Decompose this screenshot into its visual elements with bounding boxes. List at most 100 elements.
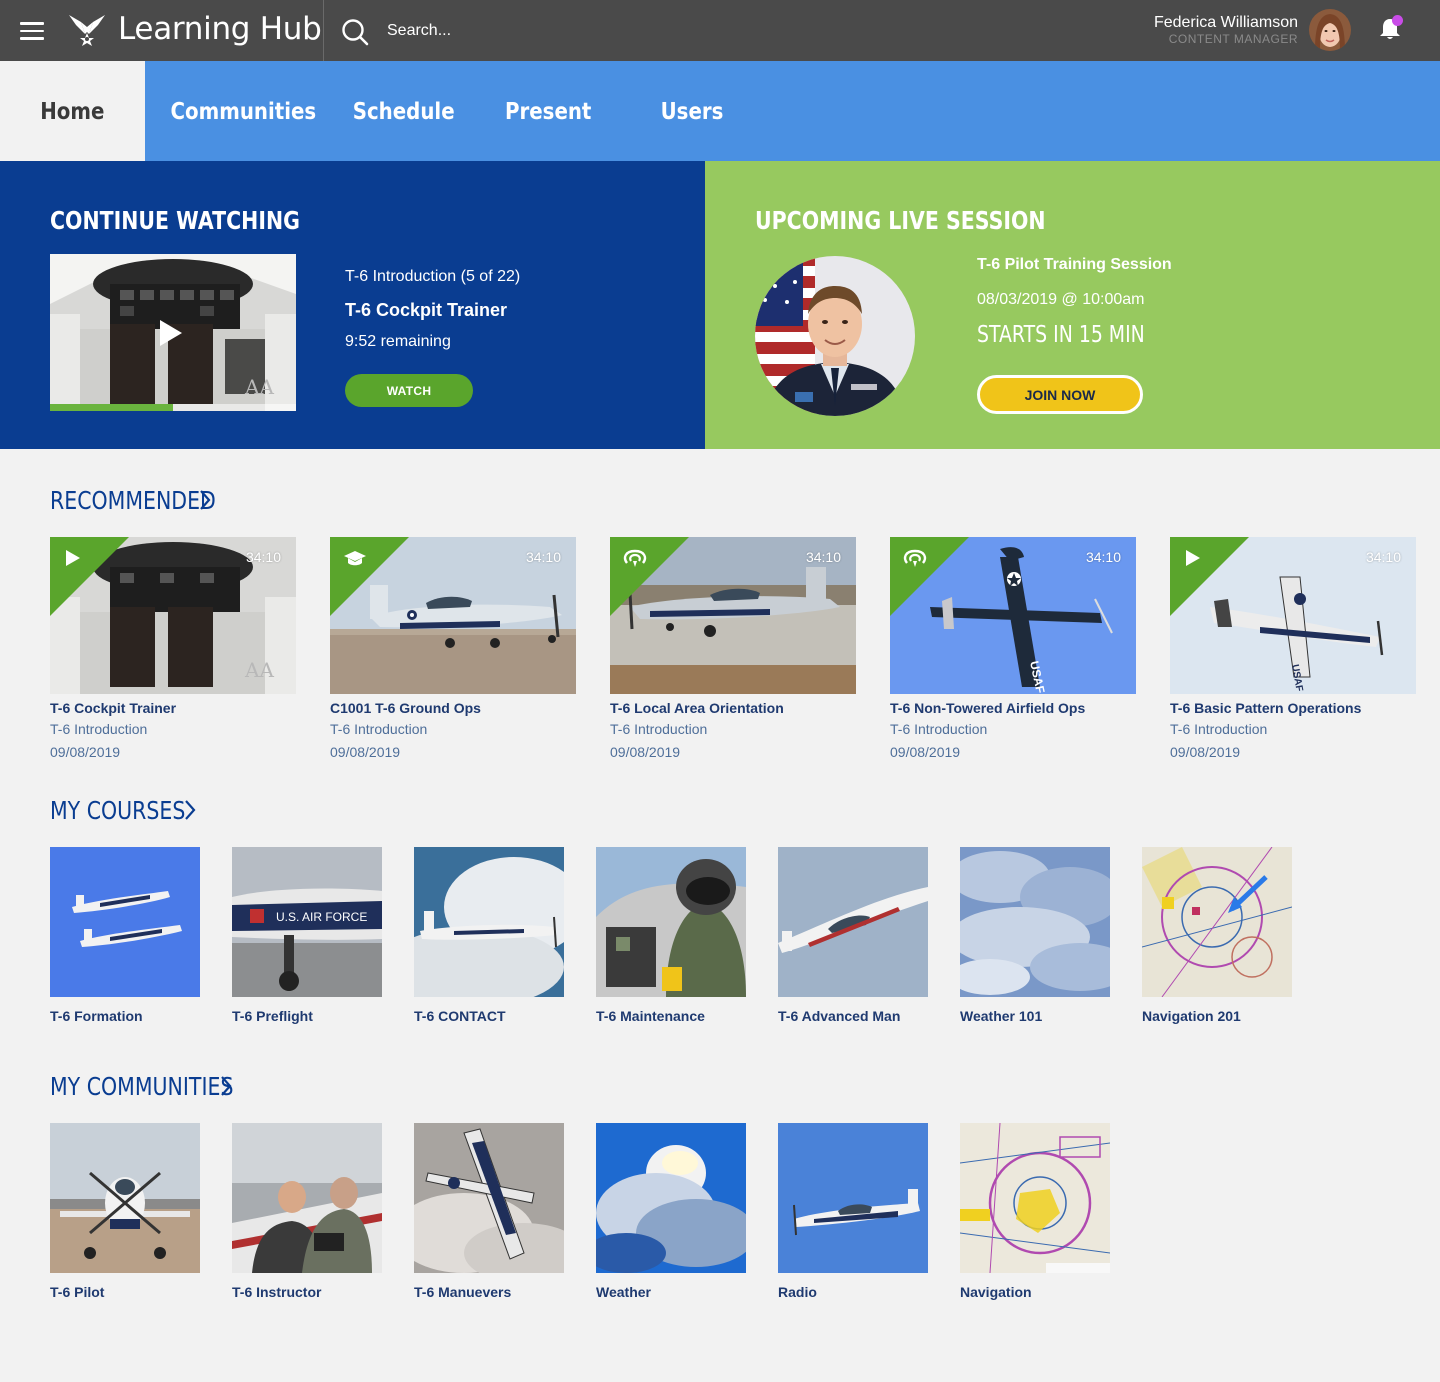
top-bar: Learning Hub Federica Williamson CONTENT… [0,0,1440,61]
community-label[interactable]: T-6 Pilot [50,1284,200,1300]
recommended-course[interactable]: T-6 Introduction [1170,721,1416,737]
live-stream-icon [903,549,927,567]
course-label[interactable]: Weather 101 [960,1008,1110,1024]
recommended-title[interactable]: C1001 T-6 Ground Ops [330,700,576,716]
recommended-title[interactable]: T-6 Local Area Orientation [610,700,856,716]
nav-tab-users[interactable]: Users [656,61,728,161]
community-label[interactable]: Radio [778,1284,928,1300]
course-tile[interactable]: T-6 Formation [50,847,200,1024]
community-label[interactable]: Navigation [960,1284,1110,1300]
community-tile[interactable]: Navigation [960,1123,1110,1300]
recommended-date: 09/08/2019 [610,744,681,760]
community-thumbnail[interactable] [50,1123,200,1273]
recommended-title[interactable]: T-6 Basic Pattern Operations [1170,700,1416,716]
play-icon [66,550,80,566]
recommended-title[interactable]: T-6 Cockpit Trainer [50,700,296,716]
community-label[interactable]: T-6 Instructor [232,1284,382,1300]
course-label[interactable]: T-6 Advanced Man [778,1008,928,1024]
recommended-course[interactable]: T-6 Introduction [50,721,296,737]
menu-icon[interactable] [20,22,44,40]
my-communities-heading[interactable]: MY COMMUNITIES [50,1072,233,1101]
continue-watching-course-progress: T-6 Introduction (5 of 22) [345,268,521,285]
nav-tab-communities[interactable]: Communities [171,61,317,161]
recommended-thumbnail[interactable]: USAF 34:10 [890,537,1136,694]
recommended-date: 09/08/2019 [1170,744,1241,760]
video-duration: 34:10 [1085,549,1121,565]
my-communities-chevron-right-icon[interactable] [219,1075,233,1097]
community-thumbnail[interactable] [414,1123,564,1273]
recommended-card[interactable]: AA 34:10 T-6 Cockpit Trainer T-6 Introdu… [50,537,296,760]
community-label[interactable]: Weather [596,1284,746,1300]
air-force-logo-icon[interactable] [68,12,106,48]
course-tile[interactable]: Navigation 201 [1142,847,1292,1024]
course-tile[interactable]: Weather 101 [960,847,1110,1024]
recommended-thumbnail[interactable]: AA 34:10 [50,537,296,694]
community-tile[interactable]: T-6 Instructor [232,1123,382,1300]
live-session-datetime: 08/03/2019 @ 10:00am [977,291,1145,308]
user-name[interactable]: Federica Williamson [1154,14,1298,32]
community-thumbnail[interactable] [960,1123,1110,1273]
course-thumbnail[interactable] [778,847,928,997]
nav-tab-schedule[interactable]: Schedule [353,61,455,161]
my-courses-heading[interactable]: MY COURSES [50,796,185,825]
presenter-photo [755,256,915,416]
notification-badge [1392,15,1403,26]
course-thumbnail[interactable] [1142,847,1292,997]
continue-watching-thumbnail[interactable]: AA [50,254,296,411]
course-thumbnail[interactable] [50,847,200,997]
community-label[interactable]: T-6 Manuevers [414,1284,564,1300]
course-tile[interactable]: T-6 Maintenance [596,847,746,1024]
nav-tab-home[interactable]: Home [0,61,145,161]
join-now-button[interactable]: JOIN NOW [977,375,1143,414]
my-courses-chevron-right-icon[interactable] [183,799,197,821]
course-label[interactable]: T-6 CONTACT [414,1008,564,1024]
recommended-course[interactable]: T-6 Introduction [330,721,576,737]
recommended-thumbnail[interactable]: USAF 34:10 [1170,537,1416,694]
course-thumbnail[interactable]: U.S. AIR FORCE [232,847,382,997]
recommended-heading[interactable]: RECOMMENDED [50,486,216,515]
recommended-title[interactable]: T-6 Non-Towered Airfield Ops [890,700,1136,716]
continue-watching-title[interactable]: T-6 Cockpit Trainer [345,300,507,321]
course-tile[interactable]: T-6 Advanced Man [778,847,928,1024]
recommended-card[interactable]: 34:10 T-6 Local Area Orientation T-6 Int… [610,537,856,760]
course-thumbnail[interactable] [596,847,746,997]
recommended-thumbnail[interactable]: 34:10 [610,537,856,694]
nav-tab-present[interactable]: Present [505,61,591,161]
course-label[interactable]: T-6 Preflight [232,1008,382,1024]
course-label[interactable]: Navigation 201 [1142,1008,1292,1024]
course-thumbnail[interactable] [414,847,564,997]
continue-watching-heading: CONTINUE WATCHING [50,206,300,235]
community-thumbnail[interactable] [232,1123,382,1273]
recommended-card[interactable]: USAF 34:10 T-6 Basic Pattern Operations … [1170,537,1416,760]
course-tile[interactable]: U.S. AIR FORCE T-6 Preflight [232,847,382,1024]
recommended-card[interactable]: USAF 34:10 T-6 Non-Towered Airfield Ops … [890,537,1136,760]
recommended-thumbnail[interactable]: 34:10 [330,537,576,694]
app-title[interactable]: Learning Hub [118,11,322,47]
community-thumbnail[interactable] [596,1123,746,1273]
course-tile[interactable]: T-6 CONTACT [414,847,564,1024]
recommended-course[interactable]: T-6 Introduction [610,721,856,737]
video-duration: 34:10 [525,549,561,565]
svg-text:U.S. AIR FORCE: U.S. AIR FORCE [276,910,367,924]
community-thumbnail[interactable] [778,1123,928,1273]
community-tile[interactable]: Radio [778,1123,928,1300]
recommended-date: 09/08/2019 [50,744,121,760]
recommended-chevron-right-icon[interactable] [198,489,212,511]
live-session-title[interactable]: T-6 Pilot Training Session [977,256,1172,274]
search-input[interactable] [380,15,680,47]
search-icon[interactable] [341,18,369,46]
community-tile[interactable]: T-6 Pilot [50,1123,200,1300]
continue-watching-progress-track [50,404,296,411]
recommended-card[interactable]: 34:10 C1001 T-6 Ground Ops T-6 Introduct… [330,537,576,760]
course-label[interactable]: T-6 Formation [50,1008,200,1024]
community-tile[interactable]: T-6 Manuevers [414,1123,564,1300]
avatar[interactable] [1309,9,1351,51]
course-thumbnail[interactable] [960,847,1110,997]
watch-button[interactable]: WATCH [345,374,473,407]
course-label[interactable]: T-6 Maintenance [596,1008,746,1024]
recommended-course[interactable]: T-6 Introduction [890,721,1136,737]
play-icon [1186,550,1200,566]
live-stream-icon [623,549,647,567]
svg-text:AA: AA [244,658,274,682]
community-tile[interactable]: Weather [596,1123,746,1300]
